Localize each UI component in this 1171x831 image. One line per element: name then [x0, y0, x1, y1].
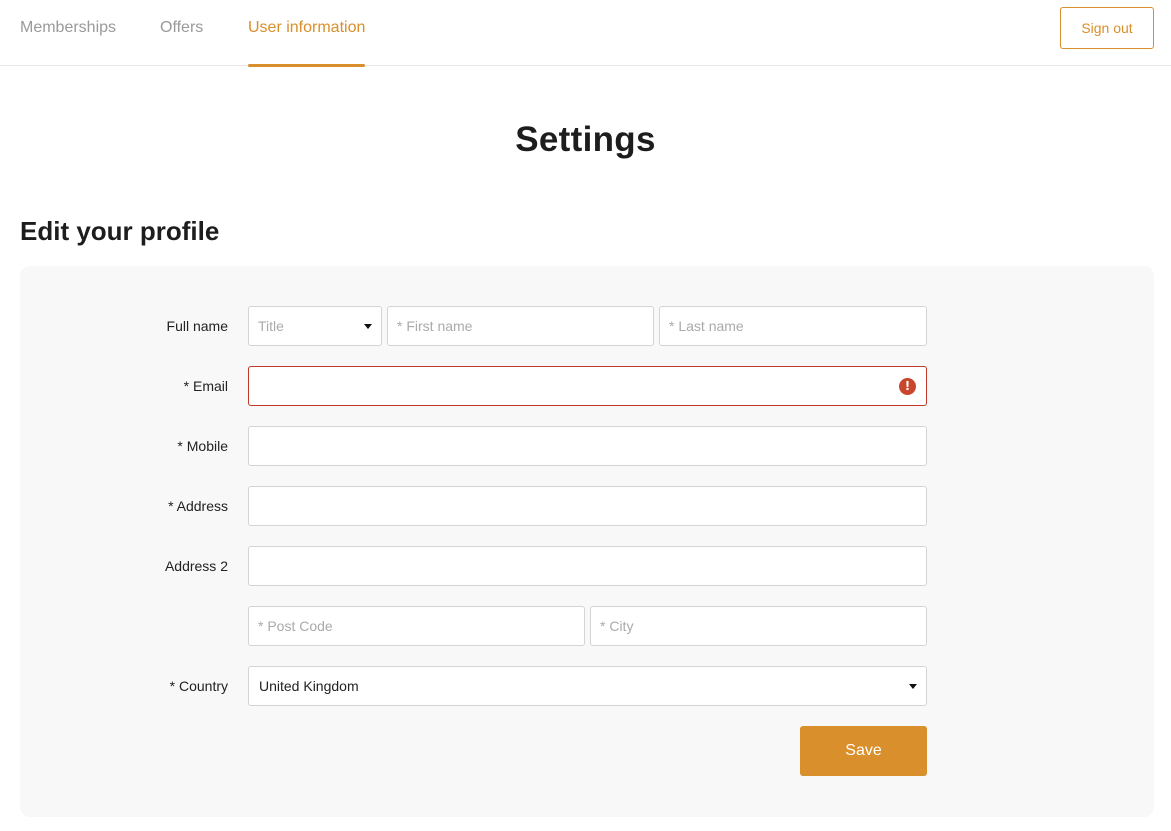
tab-user-information[interactable]: User information	[248, 0, 366, 67]
caret-down-icon	[364, 324, 372, 329]
section-title: Edit your profile	[20, 216, 220, 246]
post-code-placeholder: * Post Code	[258, 618, 333, 634]
profile-form-panel	[20, 266, 1154, 817]
address2-label: Address 2	[164, 558, 228, 574]
tab-offers[interactable]: Offers	[160, 0, 203, 66]
title-select[interactable]: Title	[248, 306, 382, 346]
tab-memberships[interactable]: Memberships	[20, 0, 116, 66]
top-nav: Memberships Offers User information Sign…	[0, 0, 1171, 67]
address-label: * Address	[168, 498, 228, 514]
mobile-field[interactable]	[248, 426, 927, 466]
city-input[interactable]: * City	[590, 606, 927, 646]
country-value: United Kingdom	[259, 678, 359, 694]
title-placeholder: Title	[258, 318, 284, 334]
sign-out-button[interactable]: Sign out	[1060, 7, 1154, 49]
first-name-placeholder: * First name	[397, 318, 473, 334]
first-name-input[interactable]: * First name	[387, 306, 654, 346]
last-name-placeholder: * Last name	[669, 318, 744, 334]
country-label: * Country	[169, 678, 228, 694]
last-name-input[interactable]: * Last name	[659, 306, 927, 346]
email-field[interactable]: !	[248, 366, 927, 406]
address2-field[interactable]	[248, 546, 927, 586]
full-name-label: Full name	[166, 318, 228, 334]
address-field[interactable]	[248, 486, 927, 526]
save-button[interactable]: Save	[800, 726, 927, 776]
page-title: Settings	[515, 120, 656, 159]
exclamation-circle-icon: !	[899, 378, 916, 395]
city-placeholder: * City	[600, 618, 634, 634]
email-label: * Email	[183, 378, 228, 394]
post-code-input[interactable]: * Post Code	[248, 606, 585, 646]
mobile-label: * Mobile	[177, 438, 228, 454]
country-select[interactable]: United Kingdom	[248, 666, 927, 706]
caret-down-icon	[909, 684, 917, 689]
